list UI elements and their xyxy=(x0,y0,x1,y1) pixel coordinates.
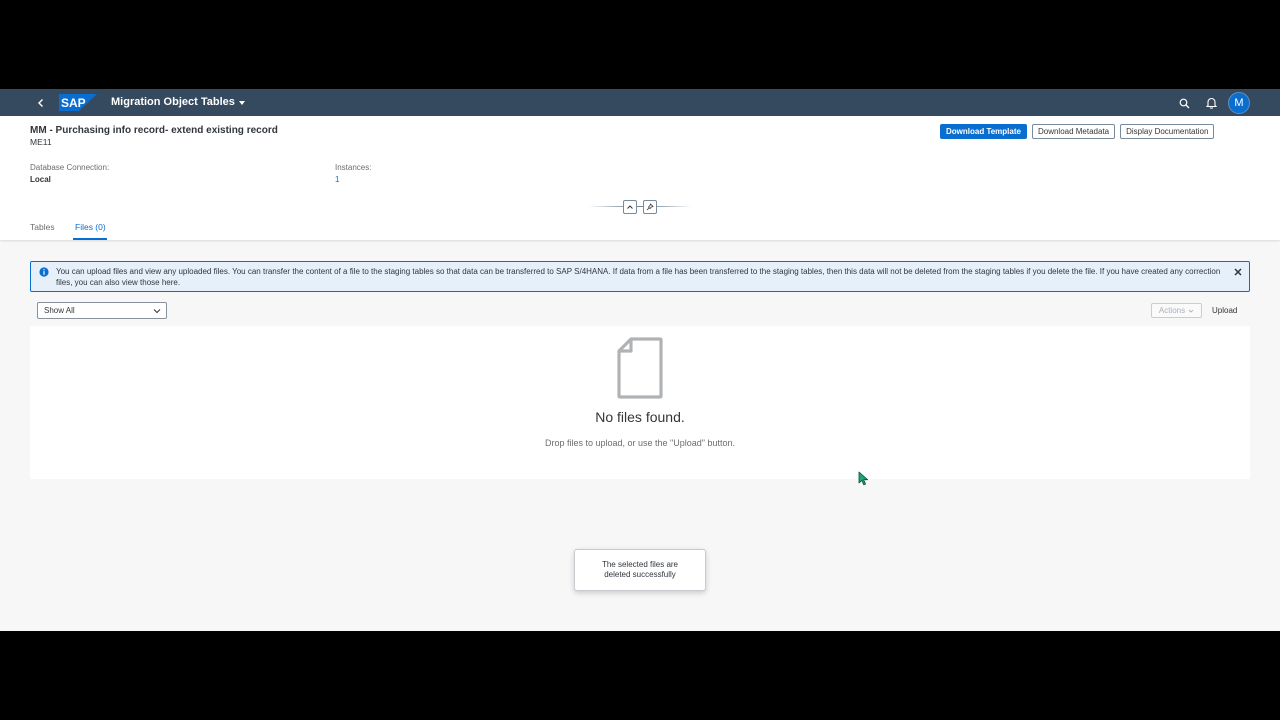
app-title-menu[interactable]: Migration Object Tables xyxy=(111,96,245,108)
sap-logo-text: SAP xyxy=(61,96,86,110)
close-icon[interactable] xyxy=(1233,267,1243,277)
chevron-down-icon xyxy=(153,309,161,314)
shell-bar: SAP Migration Object Tables M xyxy=(0,89,1280,116)
page-subtitle: ME11 xyxy=(30,137,52,147)
search-icon xyxy=(1179,98,1189,108)
actions-label: Actions xyxy=(1158,306,1186,315)
tab-active-indicator xyxy=(73,238,107,240)
tab-tables[interactable]: Tables xyxy=(30,222,55,232)
display-documentation-button[interactable]: Display Documentation xyxy=(1120,124,1215,139)
download-template-button[interactable]: Download Template xyxy=(940,124,1027,139)
upload-button[interactable]: Upload xyxy=(1208,303,1241,318)
file-upload-area[interactable]: No files found. Drop files to upload, or… xyxy=(30,326,1250,479)
mouse-cursor-icon xyxy=(858,471,868,486)
header-actions: Download Template Download Metadata Disp… xyxy=(940,124,1215,139)
user-avatar[interactable]: M xyxy=(1228,92,1250,114)
chevron-up-icon xyxy=(627,205,633,209)
pin-icon xyxy=(646,203,654,211)
pin-header-button[interactable] xyxy=(643,200,657,214)
avatar-initial: M xyxy=(1234,97,1244,109)
object-header: MM - Purchasing info record- extend exis… xyxy=(0,116,1280,240)
sap-logo-icon: SAP xyxy=(59,94,97,111)
chevron-down-icon xyxy=(238,100,245,105)
toast-message: The selected files are deleted successfu… xyxy=(574,549,706,591)
sap-logo[interactable]: SAP xyxy=(59,94,97,111)
db-connection-value: Local xyxy=(30,175,51,184)
search-button[interactable] xyxy=(1176,95,1192,111)
notifications-button[interactable] xyxy=(1203,95,1219,111)
tab-files[interactable]: Files (0) xyxy=(75,222,106,232)
instances-link[interactable]: 1 xyxy=(335,175,339,184)
document-icon xyxy=(617,337,663,399)
back-icon xyxy=(38,98,43,107)
toast-text: The selected files are deleted successfu… xyxy=(601,560,679,579)
instances-label: Instances: xyxy=(335,163,372,172)
page-title: MM - Purchasing info record- extend exis… xyxy=(30,125,278,136)
header-divider xyxy=(588,206,692,207)
no-files-title: No files found. xyxy=(595,409,685,425)
actions-button[interactable]: Actions xyxy=(1151,303,1202,318)
chevron-down-icon xyxy=(1188,309,1194,313)
no-files-description: Drop files to upload, or use the "Upload… xyxy=(544,438,735,448)
download-metadata-button[interactable]: Download Metadata xyxy=(1031,124,1116,139)
bell-icon xyxy=(1205,97,1217,109)
db-connection-label: Database Connection: xyxy=(30,163,110,172)
file-filter-select[interactable]: Show All xyxy=(37,302,167,319)
info-message-text: You can upload files and view any upload… xyxy=(56,267,1221,287)
app-title: Migration Object Tables xyxy=(111,96,235,108)
info-icon xyxy=(39,267,49,277)
info-message-strip: You can upload files and view any upload… xyxy=(30,261,1250,292)
back-button[interactable] xyxy=(32,93,50,112)
file-filter-value: Show All xyxy=(44,306,75,315)
app-window: SAP Migration Object Tables M MM - Purch… xyxy=(0,89,1280,631)
collapse-header-button[interactable] xyxy=(623,200,637,214)
